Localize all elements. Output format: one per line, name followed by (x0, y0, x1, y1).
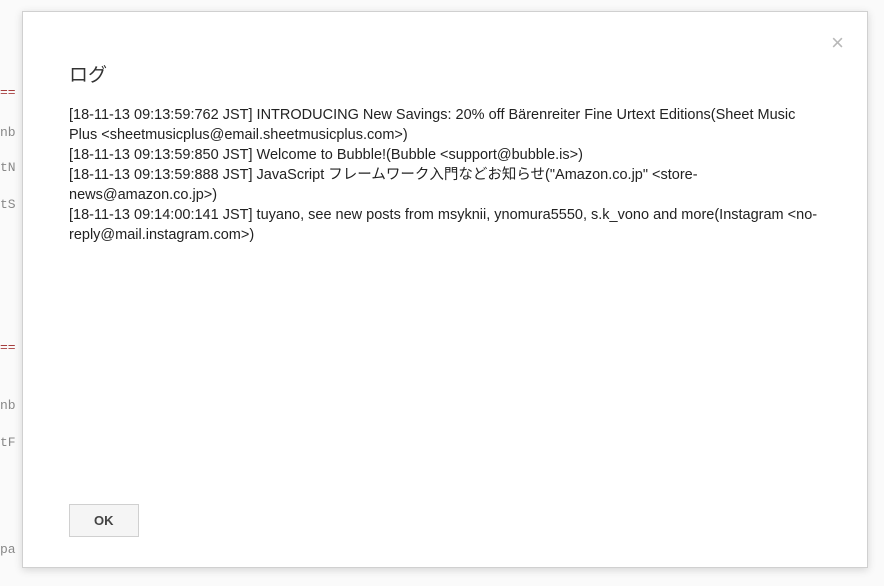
close-icon[interactable]: × (831, 32, 844, 54)
bg-text-fragment: pa (0, 542, 16, 557)
log-entry: [18-11-13 09:13:59:888 JST] JavaScript フ… (69, 167, 698, 203)
log-entry: [18-11-13 09:14:00:141 JST] tuyano, see … (69, 207, 817, 243)
dialog-footer: OK (23, 484, 867, 567)
bg-text-fragment: tN (0, 160, 16, 175)
bg-text-fragment: == (0, 340, 16, 355)
bg-text-fragment: tF (0, 435, 16, 450)
bg-text-fragment: nb (0, 125, 16, 140)
bg-text-fragment: == (0, 85, 16, 100)
log-entry: [18-11-13 09:13:59:850 JST] Welcome to B… (69, 147, 583, 163)
log-entry: [18-11-13 09:13:59:762 JST] INTRODUCING … (69, 107, 795, 143)
bg-text-fragment: tS (0, 197, 16, 212)
ok-button[interactable]: OK (69, 504, 139, 537)
log-content: [18-11-13 09:13:59:762 JST] INTRODUCING … (23, 105, 867, 484)
log-dialog: × ログ [18-11-13 09:13:59:762 JST] INTRODU… (22, 11, 868, 568)
bg-text-fragment: nb (0, 398, 16, 413)
dialog-title: ログ (23, 12, 867, 105)
